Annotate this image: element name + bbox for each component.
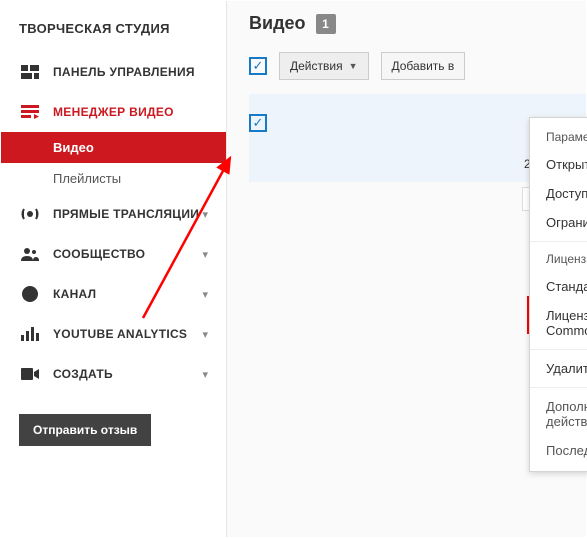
actions-label: Действия [290, 59, 343, 73]
toolbar: ✓ Действия ▼ Добавить в [249, 52, 586, 80]
live-icon [19, 205, 41, 223]
dropdown-heading-license: Лицензия [530, 246, 587, 272]
dropdown-item-recent[interactable]: Последние действия... [530, 436, 587, 465]
submenu-video-manager: Видео Плейлисты [1, 132, 226, 194]
dropdown-item-std-license[interactable]: Стандартная лицензия [530, 272, 587, 301]
check-icon: ✓ [253, 58, 264, 74]
dropdown-item-cc-license[interactable]: Лицензия Creative Commons [530, 301, 587, 345]
dropdown-item-delete[interactable]: Удалить [530, 354, 587, 383]
addto-button[interactable]: Добавить в [381, 52, 466, 80]
chevron-down-icon: ▾ [202, 208, 208, 221]
sub-item-videos[interactable]: Видео [1, 132, 226, 163]
chevron-down-icon: ▾ [202, 248, 208, 261]
chevron-down-icon: ▾ [202, 328, 208, 341]
dropdown-item-private[interactable]: Ограниченный доступ [530, 208, 587, 237]
select-all-checkbox[interactable]: ✓ [249, 57, 267, 75]
nav-label: СООБЩЕСТВО [53, 247, 202, 261]
feedback-button[interactable]: Отправить отзыв [19, 414, 151, 446]
video-manager-icon [19, 103, 41, 121]
dropdown-item-more[interactable]: Дополнительные действия... [530, 392, 587, 436]
nav-label: МЕНЕДЖЕР ВИДЕО [53, 105, 208, 119]
dropdown-heading-access: Параметры доступа [530, 124, 587, 150]
channel-icon [19, 285, 41, 303]
sub-item-playlists[interactable]: Плейлисты [1, 163, 226, 194]
studio-title: ТВОРЧЕСКАЯ СТУДИЯ [1, 15, 226, 52]
nav-live[interactable]: ПРЯМЫЕ ТРАНСЛЯЦИИ ▾ [1, 194, 226, 234]
main-content: Видео 1 ✓ Действия ▼ Добавить в ✓ 21:06 … [227, 1, 586, 537]
nav-label: YOUTUBE ANALYTICS [53, 327, 202, 341]
addto-label: Добавить в [392, 59, 455, 73]
dropdown-item-unlisted[interactable]: Доступ по ссылке [530, 179, 587, 208]
dropdown-separator [530, 387, 587, 388]
chevron-down-icon: ▾ [202, 288, 208, 301]
actions-button[interactable]: Действия ▼ [279, 52, 369, 80]
nav-label: КАНАЛ [53, 287, 202, 301]
actions-dropdown: Параметры доступа Открытый доступ Доступ… [529, 117, 587, 472]
video-checkbox[interactable]: ✓ [249, 114, 267, 132]
nav-analytics[interactable]: YOUTUBE ANALYTICS ▾ [1, 314, 226, 354]
chevron-down-icon: ▾ [202, 368, 208, 381]
nav-label: ПАНЕЛЬ УПРАВЛЕНИЯ [53, 65, 208, 79]
video-count-badge: 1 [316, 14, 336, 34]
nav-create[interactable]: СОЗДАТЬ ▾ [1, 354, 226, 394]
sidebar: ТВОРЧЕСКАЯ СТУДИЯ ПАНЕЛЬ УПРАВЛЕНИЯ МЕНЕ… [1, 1, 227, 537]
dropdown-item-public[interactable]: Открытый доступ [530, 150, 587, 179]
nav-label: ПРЯМЫЕ ТРАНСЛЯЦИИ [53, 207, 202, 221]
nav-community[interactable]: СООБЩЕСТВО ▾ [1, 234, 226, 274]
nav-channel[interactable]: КАНАЛ ▾ [1, 274, 226, 314]
dropdown-separator [530, 349, 587, 350]
nav-label: СОЗДАТЬ [53, 367, 202, 381]
nav-dashboard[interactable]: ПАНЕЛЬ УПРАВЛЕНИЯ [1, 52, 226, 92]
community-icon [19, 245, 41, 263]
caret-down-icon: ▼ [349, 61, 358, 71]
page-title: Видео [249, 13, 306, 34]
dashboard-icon [19, 63, 41, 81]
nav-video-manager[interactable]: МЕНЕДЖЕР ВИДЕО [1, 92, 226, 132]
create-icon [19, 365, 41, 383]
dropdown-separator [530, 241, 587, 242]
check-icon: ✓ [253, 115, 264, 131]
analytics-icon [19, 325, 41, 343]
